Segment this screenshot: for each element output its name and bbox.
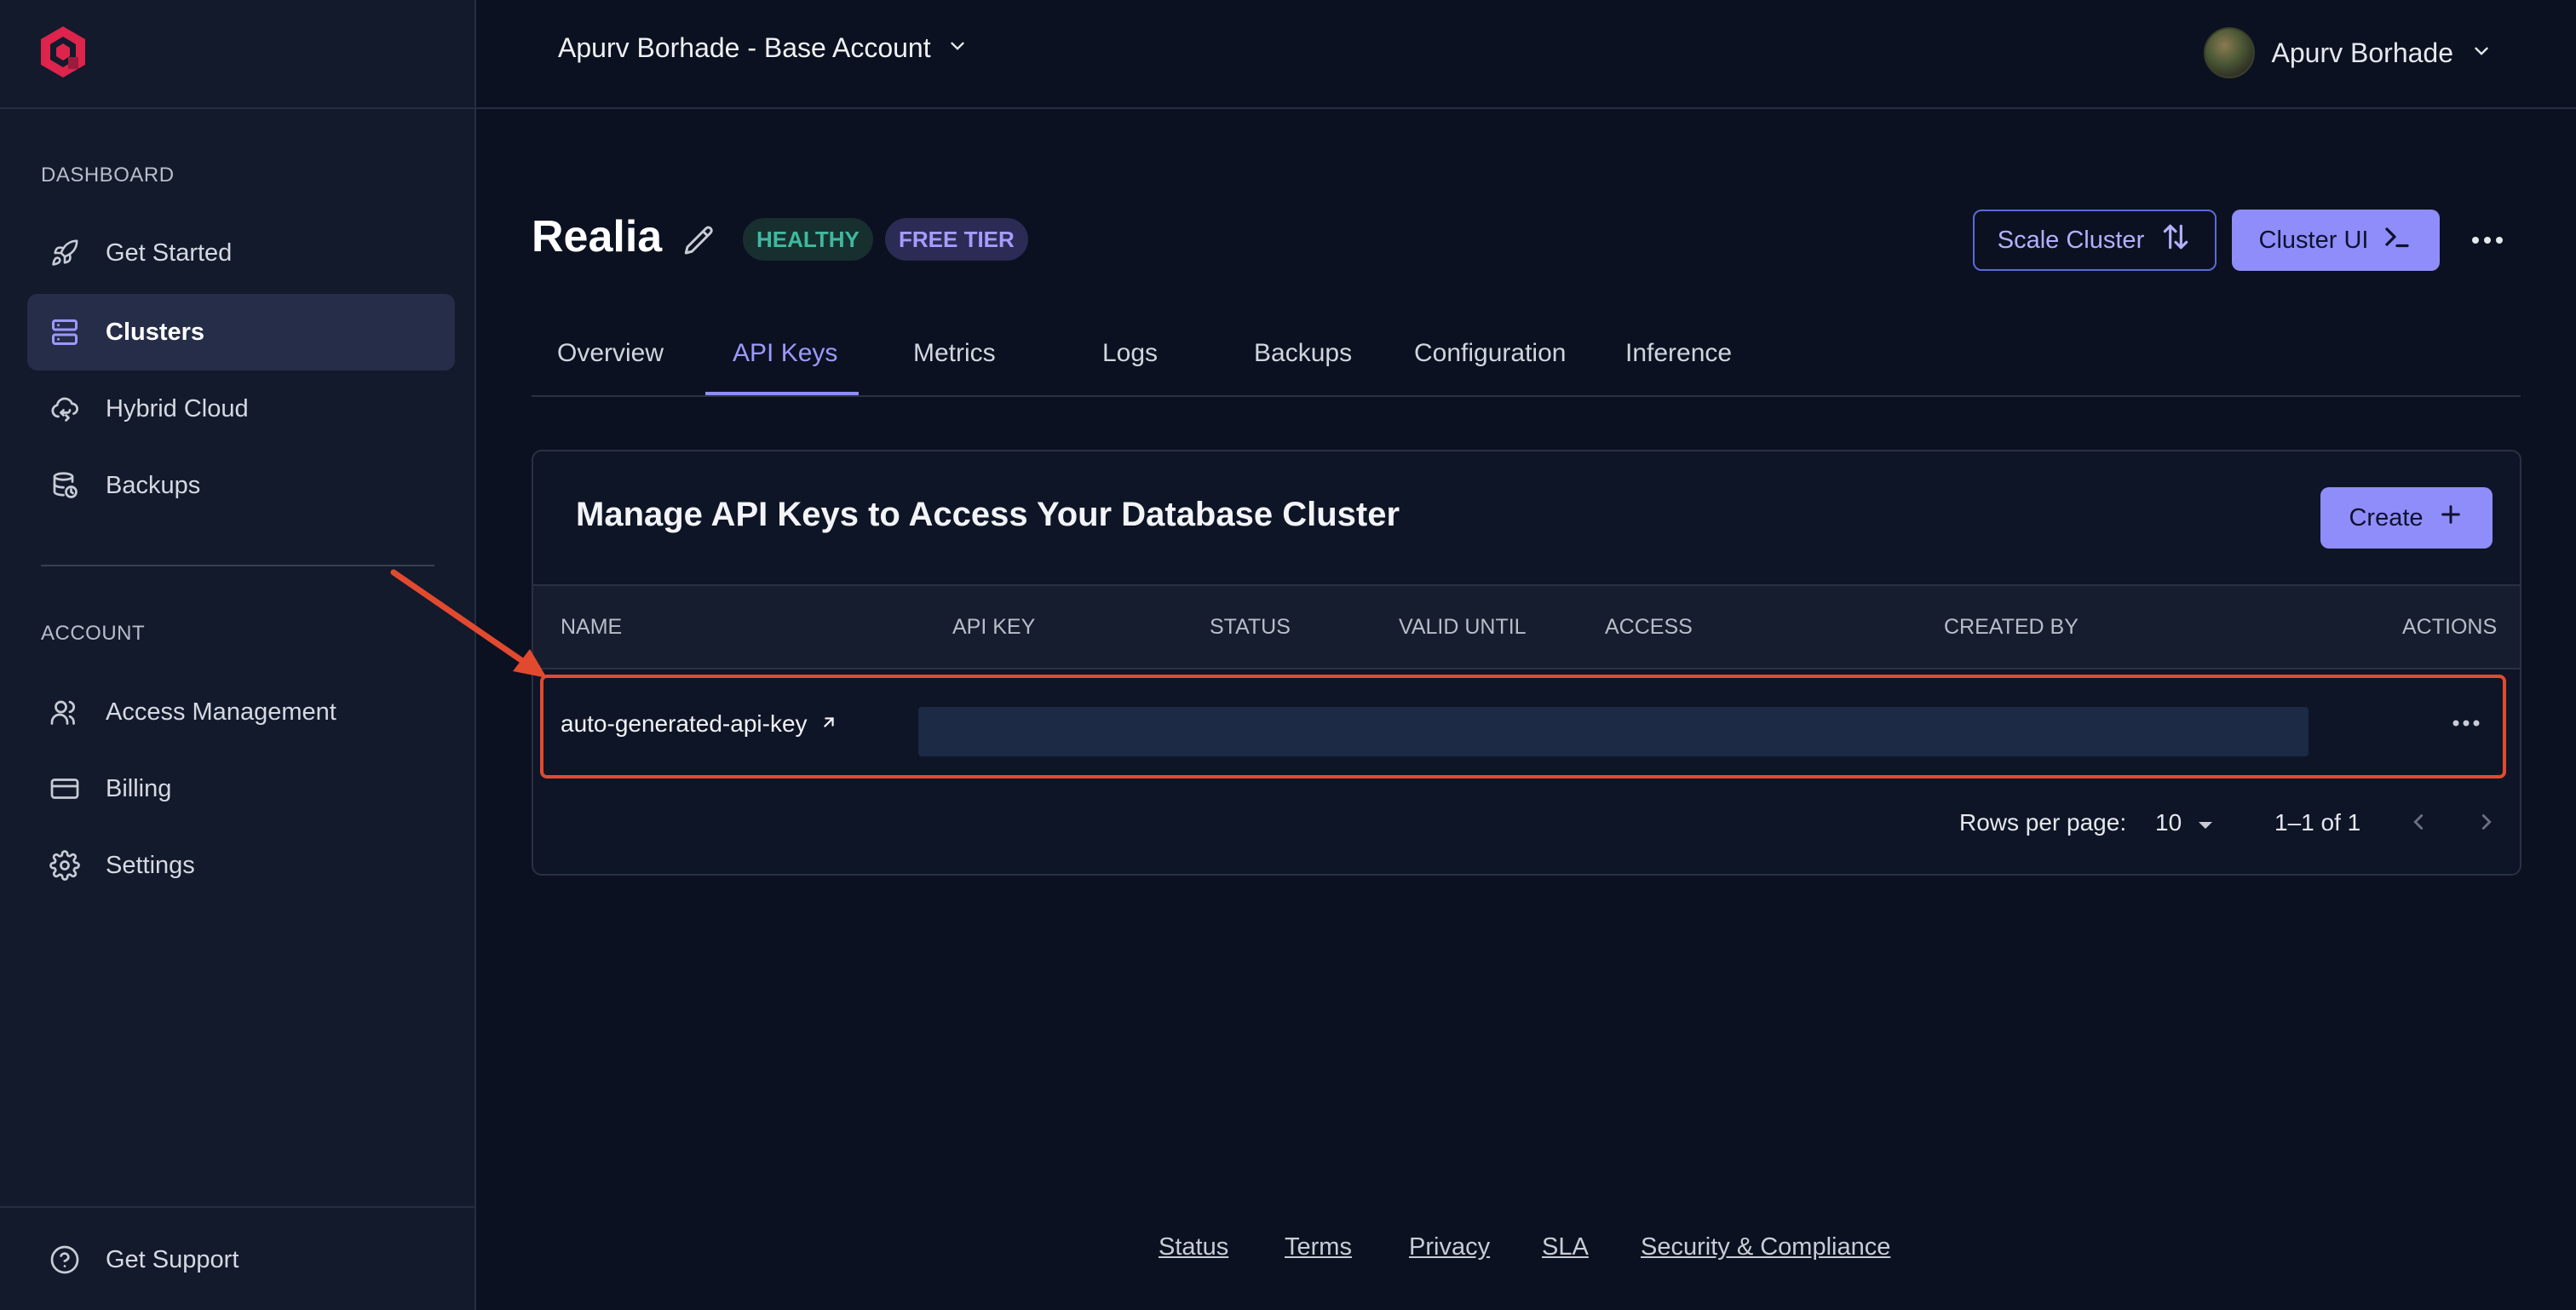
database-backup-icon [48, 468, 82, 503]
caret-down-icon [2197, 809, 2214, 836]
tab-logs[interactable]: Logs [1102, 339, 1158, 368]
column-header-access[interactable]: ACCESS [1605, 615, 1693, 640]
footer-link-privacy[interactable]: Privacy [1409, 1233, 1490, 1261]
page-title: Realia [532, 212, 663, 261]
plus-icon [2437, 501, 2464, 535]
column-header-status[interactable]: STATUS [1210, 615, 1291, 640]
section-label-account: ACCOUNT [41, 622, 146, 645]
sidebar-item-label: Clusters [106, 318, 205, 346]
pagination-range: 1–1 of 1 [2274, 809, 2361, 836]
rows-per-page-label: Rows per page: [1959, 809, 2127, 836]
get-support-button[interactable]: Get Support [27, 1221, 436, 1298]
external-link-icon [819, 710, 838, 738]
chevron-right-icon[interactable] [2474, 809, 2499, 839]
edit-pencil-icon[interactable] [681, 223, 717, 263]
chevron-left-icon[interactable] [2406, 809, 2431, 839]
credit-card-icon [48, 772, 82, 806]
server-icon [48, 315, 82, 349]
create-label: Create [2349, 503, 2424, 531]
tab-inference[interactable]: Inference [1625, 339, 1732, 368]
tab-backups[interactable]: Backups [1254, 339, 1352, 368]
sidebar-item-settings[interactable]: Settings [27, 827, 455, 904]
create-button[interactable]: Create [2320, 487, 2493, 549]
arrows-up-down-icon [2159, 221, 2192, 260]
section-label-dashboard: DASHBOARD [41, 164, 175, 187]
tab-metrics[interactable]: Metrics [913, 339, 996, 368]
sidebar-item-backups[interactable]: Backups [27, 447, 455, 524]
api-key-name: auto-generated-api-key [561, 710, 808, 737]
sidebar-item-label: Get Started [106, 238, 233, 267]
sidebar-item-get-started[interactable]: Get Started [27, 215, 455, 291]
tier-badge: FREE TIER [885, 218, 1028, 261]
active-tab-indicator [705, 392, 859, 395]
users-icon [48, 695, 82, 729]
sidebar-item-label: Access Management [106, 698, 336, 726]
more-options-icon[interactable] [2470, 225, 2504, 260]
top-bar: Apurv Borhade - Base Account Apurv Borha… [476, 0, 2576, 109]
qdrant-logo-icon[interactable] [37, 25, 89, 83]
cluster-tabs: Overview API Keys Metrics Logs Backups C… [532, 327, 2521, 397]
tab-configuration[interactable]: Configuration [1414, 339, 1566, 368]
tab-api-keys[interactable]: API Keys [733, 339, 837, 368]
rows-per-page-select[interactable]: 10 [2155, 809, 2214, 836]
sidebar-item-billing[interactable]: Billing [27, 750, 455, 827]
footer-link-status[interactable]: Status [1159, 1233, 1228, 1261]
status-badge: HEALTHY [743, 218, 873, 261]
footer-link-sla[interactable]: SLA [1542, 1233, 1589, 1261]
scale-cluster-button[interactable]: Scale Cluster [1973, 210, 2217, 271]
column-header-api-key[interactable]: API KEY [952, 615, 1035, 640]
cluster-ui-label: Cluster UI [2258, 226, 2369, 254]
cloud-sync-icon [48, 392, 82, 426]
chevron-down-icon [2470, 37, 2493, 69]
sidebar-item-label: Settings [106, 851, 195, 879]
rocket-icon [48, 236, 82, 270]
sidebar-item-hybrid-cloud[interactable]: Hybrid Cloud [27, 371, 455, 447]
support-area: Get Support [0, 1206, 474, 1310]
cluster-ui-button[interactable]: Cluster UI [2232, 210, 2440, 271]
account-switcher[interactable]: Apurv Borhade - Base Account [558, 32, 969, 64]
gear-icon [48, 848, 82, 882]
logo-area [0, 0, 474, 109]
sidebar-item-label: Billing [106, 774, 172, 802]
table-header: NAME API KEY STATUS VALID UNTIL ACCESS C… [533, 584, 2520, 669]
footer-link-security[interactable]: Security & Compliance [1641, 1233, 1890, 1261]
chevron-down-icon [946, 32, 969, 64]
rows-per-page-value: 10 [2155, 809, 2182, 836]
sidebar-divider [41, 565, 434, 566]
user-name: Apurv Borhade [2271, 37, 2453, 68]
column-header-valid-until[interactable]: VALID UNTIL [1399, 615, 1527, 640]
user-menu[interactable]: Apurv Borhade [2203, 27, 2493, 78]
api-keys-card: Manage API Keys to Access Your Database … [532, 450, 2521, 876]
sidebar-item-clusters[interactable]: Clusters [27, 294, 455, 371]
avatar [2203, 27, 2255, 78]
api-key-name-link[interactable]: auto-generated-api-key [561, 710, 838, 738]
annotation-arrow [390, 569, 547, 678]
tab-overview[interactable]: Overview [557, 339, 664, 368]
card-title: Manage API Keys to Access Your Database … [576, 496, 1400, 533]
row-actions-icon[interactable] [2452, 717, 2481, 733]
help-circle-icon [48, 1243, 82, 1277]
column-header-created-by[interactable]: CREATED BY [1944, 615, 2079, 640]
redacted-key-details [918, 707, 2309, 756]
sidebar-item-label: Backups [106, 471, 201, 499]
sidebar-item-access-management[interactable]: Access Management [27, 674, 455, 750]
footer-link-terms[interactable]: Terms [1285, 1233, 1352, 1261]
get-support-label: Get Support [106, 1245, 239, 1273]
column-header-actions: ACTIONS [2402, 615, 2498, 639]
terminal-icon [2382, 221, 2412, 259]
sidebar-item-label: Hybrid Cloud [106, 394, 249, 422]
column-header-name[interactable]: NAME [561, 615, 622, 640]
scale-cluster-label: Scale Cluster [1997, 226, 2145, 254]
account-name: Apurv Borhade - Base Account [558, 32, 931, 63]
